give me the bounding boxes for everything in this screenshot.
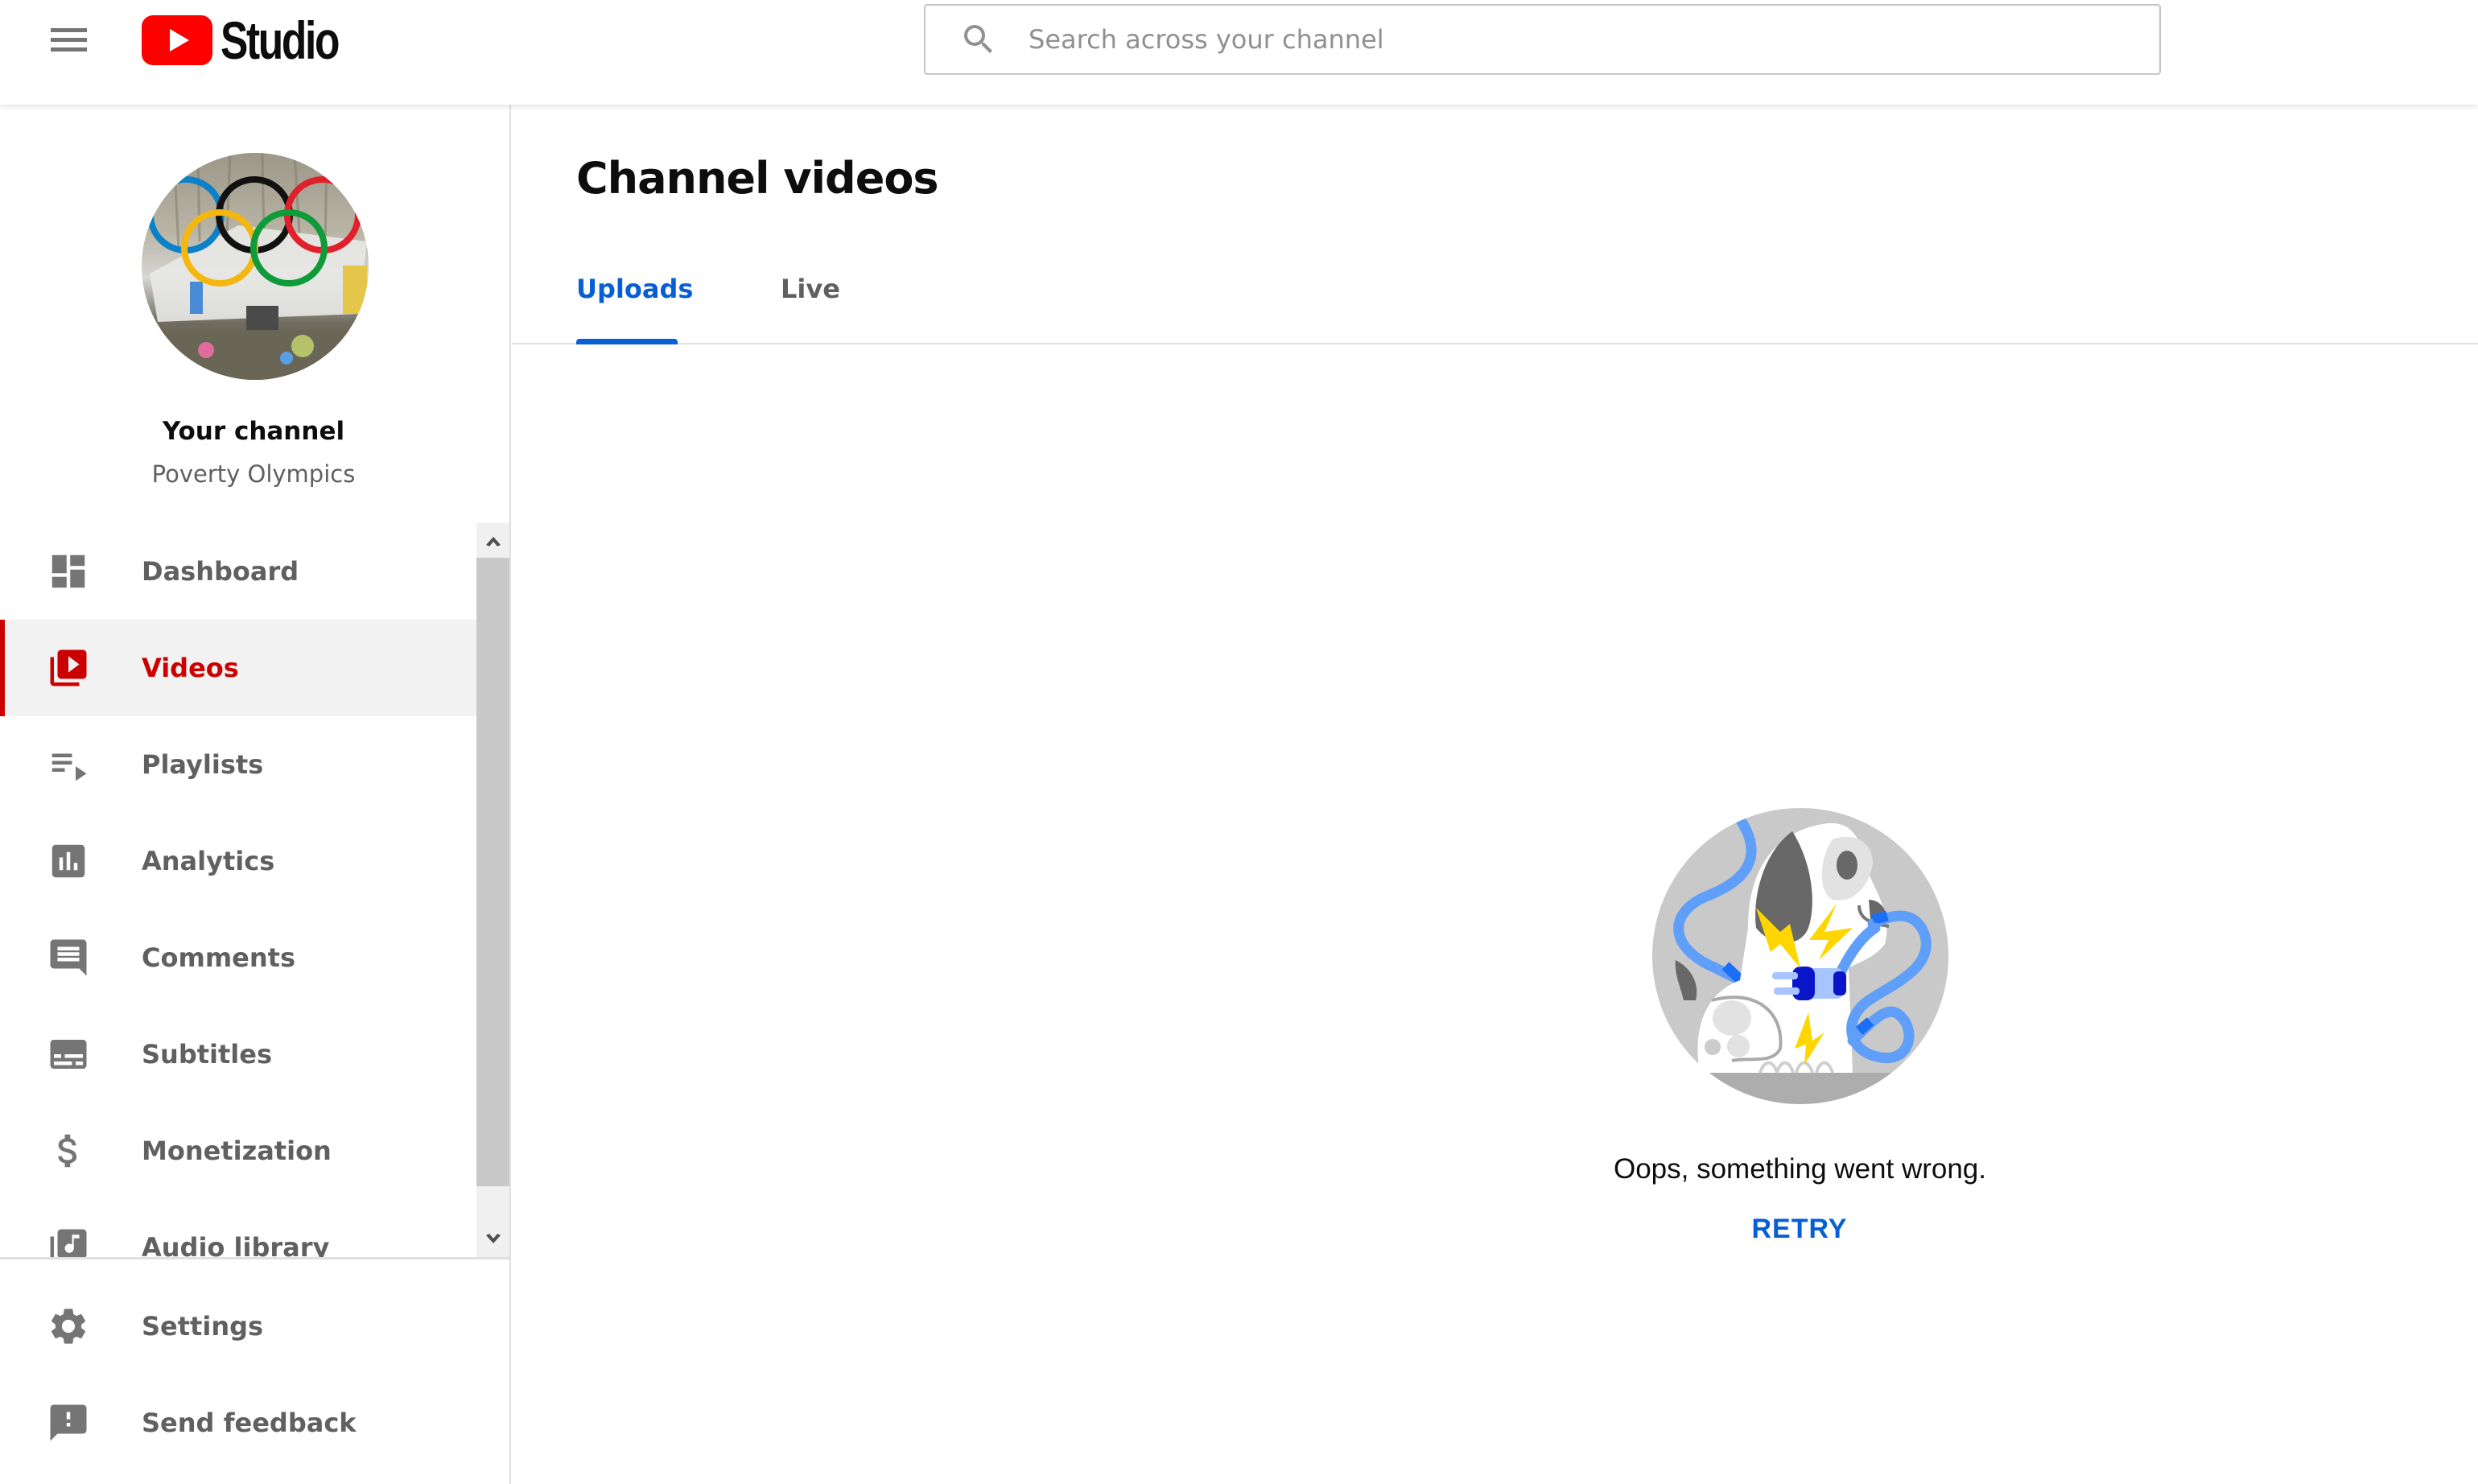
monetization-icon — [58, 1134, 77, 1168]
chevron-up-icon — [485, 536, 501, 546]
channel-avatar-image — [142, 153, 369, 380]
retry-button[interactable]: RETRY — [1719, 1214, 1880, 1245]
youtube-studio-logo[interactable]: Studio — [142, 10, 371, 70]
chevron-down-icon — [485, 1234, 501, 1243]
analytics-icon — [52, 844, 85, 878]
comments-icon — [50, 939, 87, 976]
tab-bar: Channel videos Uploads Live — [512, 105, 2478, 344]
sidebar-item-analytics[interactable]: Analytics — [0, 813, 476, 909]
tab-uploads[interactable]: Uploads — [576, 274, 693, 344]
scroll-down-button[interactable] — [476, 1222, 509, 1257]
sidebar-item-comments[interactable]: Comments — [0, 909, 476, 1006]
sidebar-item-audio-library[interactable]: Audio library — [0, 1199, 476, 1259]
sidebar-item-dashboard[interactable]: Dashboard — [0, 523, 476, 620]
tab-label: Uploads — [576, 274, 694, 304]
sidebar-item-label: Send feedback — [142, 1408, 357, 1438]
main-content: Channel videos Uploads Live — [512, 105, 2478, 1484]
channel-avatar[interactable] — [142, 153, 369, 380]
search-input[interactable] — [1029, 24, 2075, 55]
scrollbar-thumb[interactable] — [476, 558, 509, 1186]
page-title: Channel videos — [576, 153, 939, 204]
subtitles-icon — [50, 1040, 87, 1069]
sidebar-item-videos[interactable]: Videos — [0, 620, 476, 716]
sidebar-item-settings[interactable]: Settings — [0, 1278, 509, 1375]
channel-name: Poverty Olympics — [151, 460, 356, 488]
sidebar-item-label: Dashboard — [142, 556, 299, 587]
sidebar-item-label: Subtitles — [142, 1039, 273, 1070]
sidebar: Your channel Poverty Olympics Dashboard … — [0, 105, 511, 1484]
sidebar-item-label: Playlists — [142, 749, 264, 780]
error-message: Oops, something went wrong. — [1613, 1153, 1986, 1185]
sidebar-item-label: Videos — [142, 653, 239, 683]
sidebar-item-label: Audio library — [142, 1232, 330, 1259]
menu-icon[interactable] — [48, 24, 90, 56]
feedback-icon — [50, 1404, 87, 1441]
channel-title: Your channel — [162, 417, 345, 446]
active-tab-indicator — [576, 339, 678, 344]
sidebar-item-label: Settings — [142, 1311, 264, 1342]
top-header: Studio — [0, 0, 2478, 105]
playlists-icon — [52, 753, 87, 781]
sidebar-item-label: Monetization — [142, 1136, 332, 1166]
tab-live[interactable]: Live — [781, 274, 845, 344]
sidebar-item-send-feedback[interactable]: Send feedback — [0, 1375, 509, 1471]
app-name: Studio — [221, 10, 340, 70]
audio-library-icon — [50, 1229, 87, 1257]
videos-icon — [50, 649, 87, 686]
sidebar-item-label: Comments — [142, 942, 295, 973]
search-icon[interactable] — [959, 20, 998, 59]
sidebar-item-playlists[interactable]: Playlists — [0, 716, 476, 813]
tab-label: Live — [781, 274, 840, 304]
settings-icon — [51, 1309, 86, 1344]
sidebar-scrollbar[interactable] — [476, 523, 509, 1257]
sidebar-item-subtitles[interactable]: Subtitles — [0, 1006, 476, 1103]
dashboard-icon — [52, 554, 85, 588]
sidebar-item-monetization[interactable]: Monetization — [0, 1103, 476, 1199]
sidebar-nav: Dashboard Videos Playlists Analytics Com… — [0, 523, 509, 1259]
sidebar-item-label: Analytics — [142, 846, 275, 876]
youtube-play-icon — [142, 15, 212, 65]
broken-plug-dog-illustration — [1652, 808, 1948, 1104]
scroll-up-button[interactable] — [476, 523, 509, 558]
search-box[interactable] — [924, 4, 2161, 75]
